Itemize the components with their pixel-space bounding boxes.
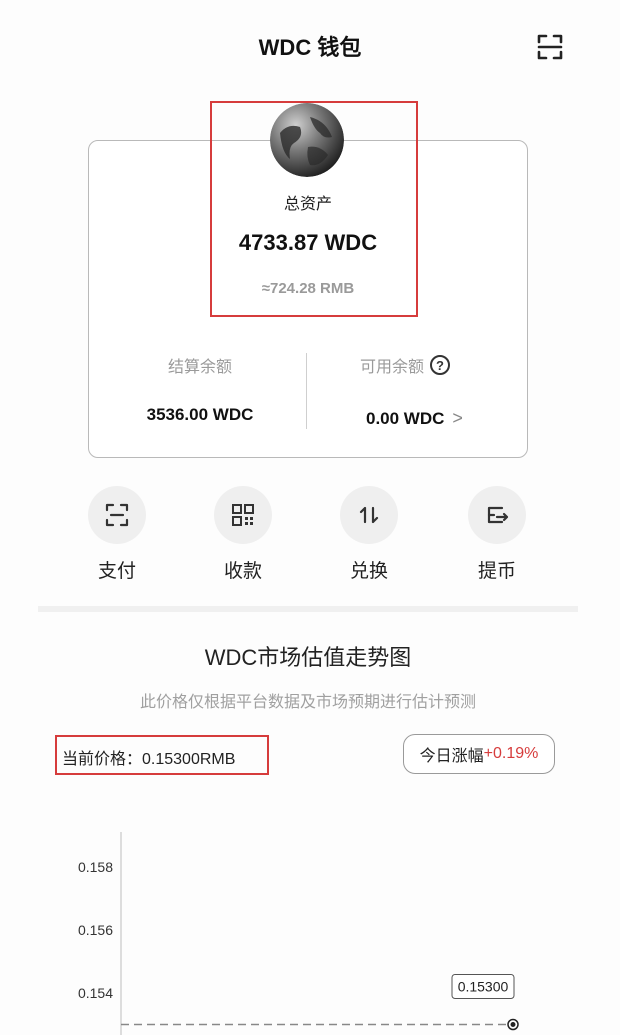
chart-subtitle: 此价格仅根据平台数据及市场预期进行估计预测 bbox=[139, 694, 476, 711]
receive-label: 收款 bbox=[223, 561, 262, 582]
wallet-page: WDC 钱包 总资产 4733.87 WDC ≈724.28 RMB 结算余额 … bbox=[0, 0, 620, 1035]
withdraw-button[interactable]: 提币 bbox=[458, 486, 538, 586]
daily-change-value: +0.19% bbox=[483, 745, 539, 762]
chart-title: WDC市场估值走势图 bbox=[204, 645, 412, 670]
total-assets-label: 总资产 bbox=[283, 196, 332, 213]
current-price: 当前价格：0.15300RMB bbox=[62, 751, 236, 768]
section-divider bbox=[38, 606, 578, 612]
available-balance-amount: 0.00 WDC bbox=[366, 408, 445, 428]
scan-icon[interactable] bbox=[535, 32, 565, 62]
pay-button[interactable]: 支付 bbox=[78, 486, 158, 586]
chevron-right-icon: > bbox=[452, 408, 463, 428]
price-chart-svg: 0.158 0.156 0.154 0.15300 bbox=[78, 832, 519, 1035]
withdraw-icon bbox=[468, 486, 526, 544]
settlement-balance-label: 结算余额 bbox=[167, 359, 232, 376]
y-tick-label: 0.156 bbox=[78, 922, 113, 938]
available-balance-label-row: 可用余额 ? bbox=[360, 353, 480, 377]
receive-button[interactable]: 收款 bbox=[204, 486, 284, 586]
exchange-button[interactable]: 兑换 bbox=[330, 486, 410, 586]
withdraw-label: 提币 bbox=[477, 561, 516, 582]
header: WDC 钱包 bbox=[0, 0, 620, 92]
balance-divider bbox=[306, 353, 307, 429]
daily-change-badge: 今日涨幅 +0.19% bbox=[403, 734, 555, 774]
qr-code-icon bbox=[214, 486, 272, 544]
help-icon[interactable]: ? bbox=[430, 355, 451, 375]
settlement-balance-amount: 3536.00 WDC bbox=[146, 405, 254, 424]
total-assets-rmb: ≈724.28 RMB bbox=[261, 280, 355, 297]
exchange-icon bbox=[340, 486, 398, 544]
total-assets-amount: 4733.87 WDC bbox=[238, 230, 378, 255]
price-chart: 0.158 0.156 0.154 0.15300 bbox=[0, 800, 620, 1035]
pay-label: 支付 bbox=[97, 561, 136, 582]
y-tick-label: 0.158 bbox=[78, 859, 113, 875]
daily-change-label: 今日涨幅 bbox=[419, 748, 484, 765]
page-title: WDC 钱包 bbox=[258, 35, 362, 60]
scan-icon bbox=[88, 486, 146, 544]
data-label: 0.15300 bbox=[458, 979, 509, 995]
available-balance-label: 可用余额 bbox=[360, 359, 425, 376]
globe-icon bbox=[270, 103, 344, 177]
exchange-label: 兑换 bbox=[349, 561, 388, 582]
y-tick-label: 0.154 bbox=[78, 985, 113, 1001]
available-balance-button[interactable]: 0.00 WDC > bbox=[366, 408, 463, 429]
data-point-center bbox=[510, 1022, 516, 1027]
